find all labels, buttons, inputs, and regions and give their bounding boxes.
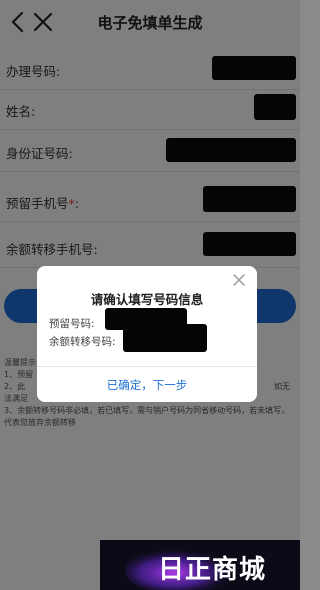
transfer-number-label: 余额转移号码:: [49, 336, 116, 348]
dialog-title: 请确认填写号码信息: [90, 292, 204, 307]
close-icon[interactable]: [231, 272, 247, 288]
watermark-logo: 日正商城: [100, 540, 300, 590]
reserved-number-label: 预留号码:: [49, 318, 95, 330]
divider: [37, 366, 257, 367]
redacted-value: [123, 324, 207, 352]
watermark-text: 日正商城: [158, 555, 267, 585]
confirm-dialog: 请确认填写号码信息 预留号码: 余额转移号码: 已确定，下一步: [37, 266, 257, 402]
confirm-next-button[interactable]: 已确定，下一步: [37, 377, 257, 393]
